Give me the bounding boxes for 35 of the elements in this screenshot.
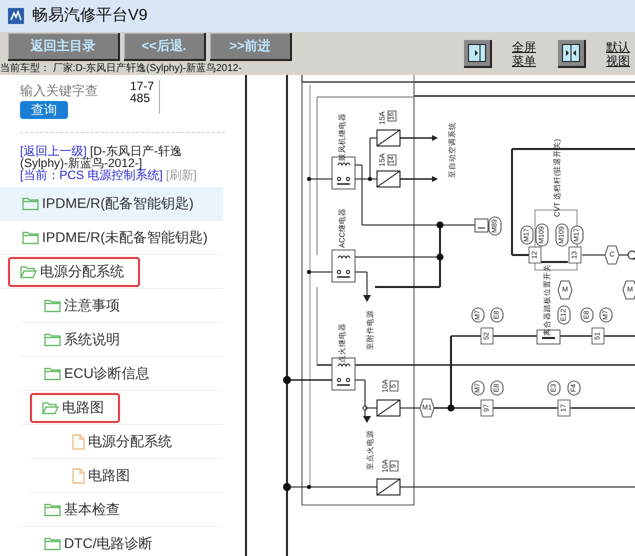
document-icon <box>72 468 85 484</box>
folder-icon <box>44 298 61 312</box>
tree-item[interactable]: 电路图 <box>20 391 223 425</box>
folder-icon <box>44 536 61 550</box>
tree-item[interactable]: 系统说明 <box>20 323 223 357</box>
view-link[interactable]: 默认视图 <box>606 40 632 68</box>
tree-item[interactable]: DTC/电路诊断 <box>20 527 223 556</box>
tree-item[interactable]: IPDME/R(未配备智能钥匙) <box>0 221 223 255</box>
search-button[interactable]: 查询 <box>20 101 68 119</box>
code-text: 17-7485 <box>130 80 156 104</box>
open-folder-icon <box>42 400 59 414</box>
tree-item[interactable]: 注意事项 <box>20 289 223 323</box>
fullscreen-button[interactable] <box>464 40 492 68</box>
view-link[interactable]: 全屏菜单 <box>512 40 538 68</box>
panel-expand-icon <box>468 44 486 62</box>
panel-split-icon <box>562 44 580 62</box>
tree-item[interactable]: IPDME/R(配备智能钥匙) <box>0 187 223 221</box>
open-folder-icon <box>20 264 37 278</box>
folder-icon <box>44 502 61 516</box>
tree-item[interactable]: ECU诊断信息 <box>20 357 223 391</box>
tree-item[interactable]: 电源分配系统 <box>30 425 223 459</box>
breadcrumb-text: [返回上一级] [D-东风日产-轩逸(Sylphy)-新蓝鸟-2012-] <box>20 145 182 169</box>
folder-icon <box>22 230 39 244</box>
folder-icon <box>44 366 61 380</box>
current-system-text: [当前：PCS 电源控制系统] <box>20 168 163 182</box>
app-logo-icon <box>8 8 24 24</box>
tree-item[interactable]: 电路图 <box>30 459 223 493</box>
default-view-button[interactable] <box>558 40 586 68</box>
document-icon <box>72 434 85 450</box>
window-title: 畅易汽修平台V9 <box>32 6 148 26</box>
tree-item[interactable]: 基本检查 <box>20 493 223 527</box>
back-link[interactable]: [返回上一级] <box>20 144 87 158</box>
car-model-text: 当前车型： 厂家:D-东风日产轩逸(Sylphy)-新蓝鸟2012- <box>0 62 243 75</box>
folder-icon <box>44 332 61 346</box>
folder-icon <box>22 196 39 210</box>
